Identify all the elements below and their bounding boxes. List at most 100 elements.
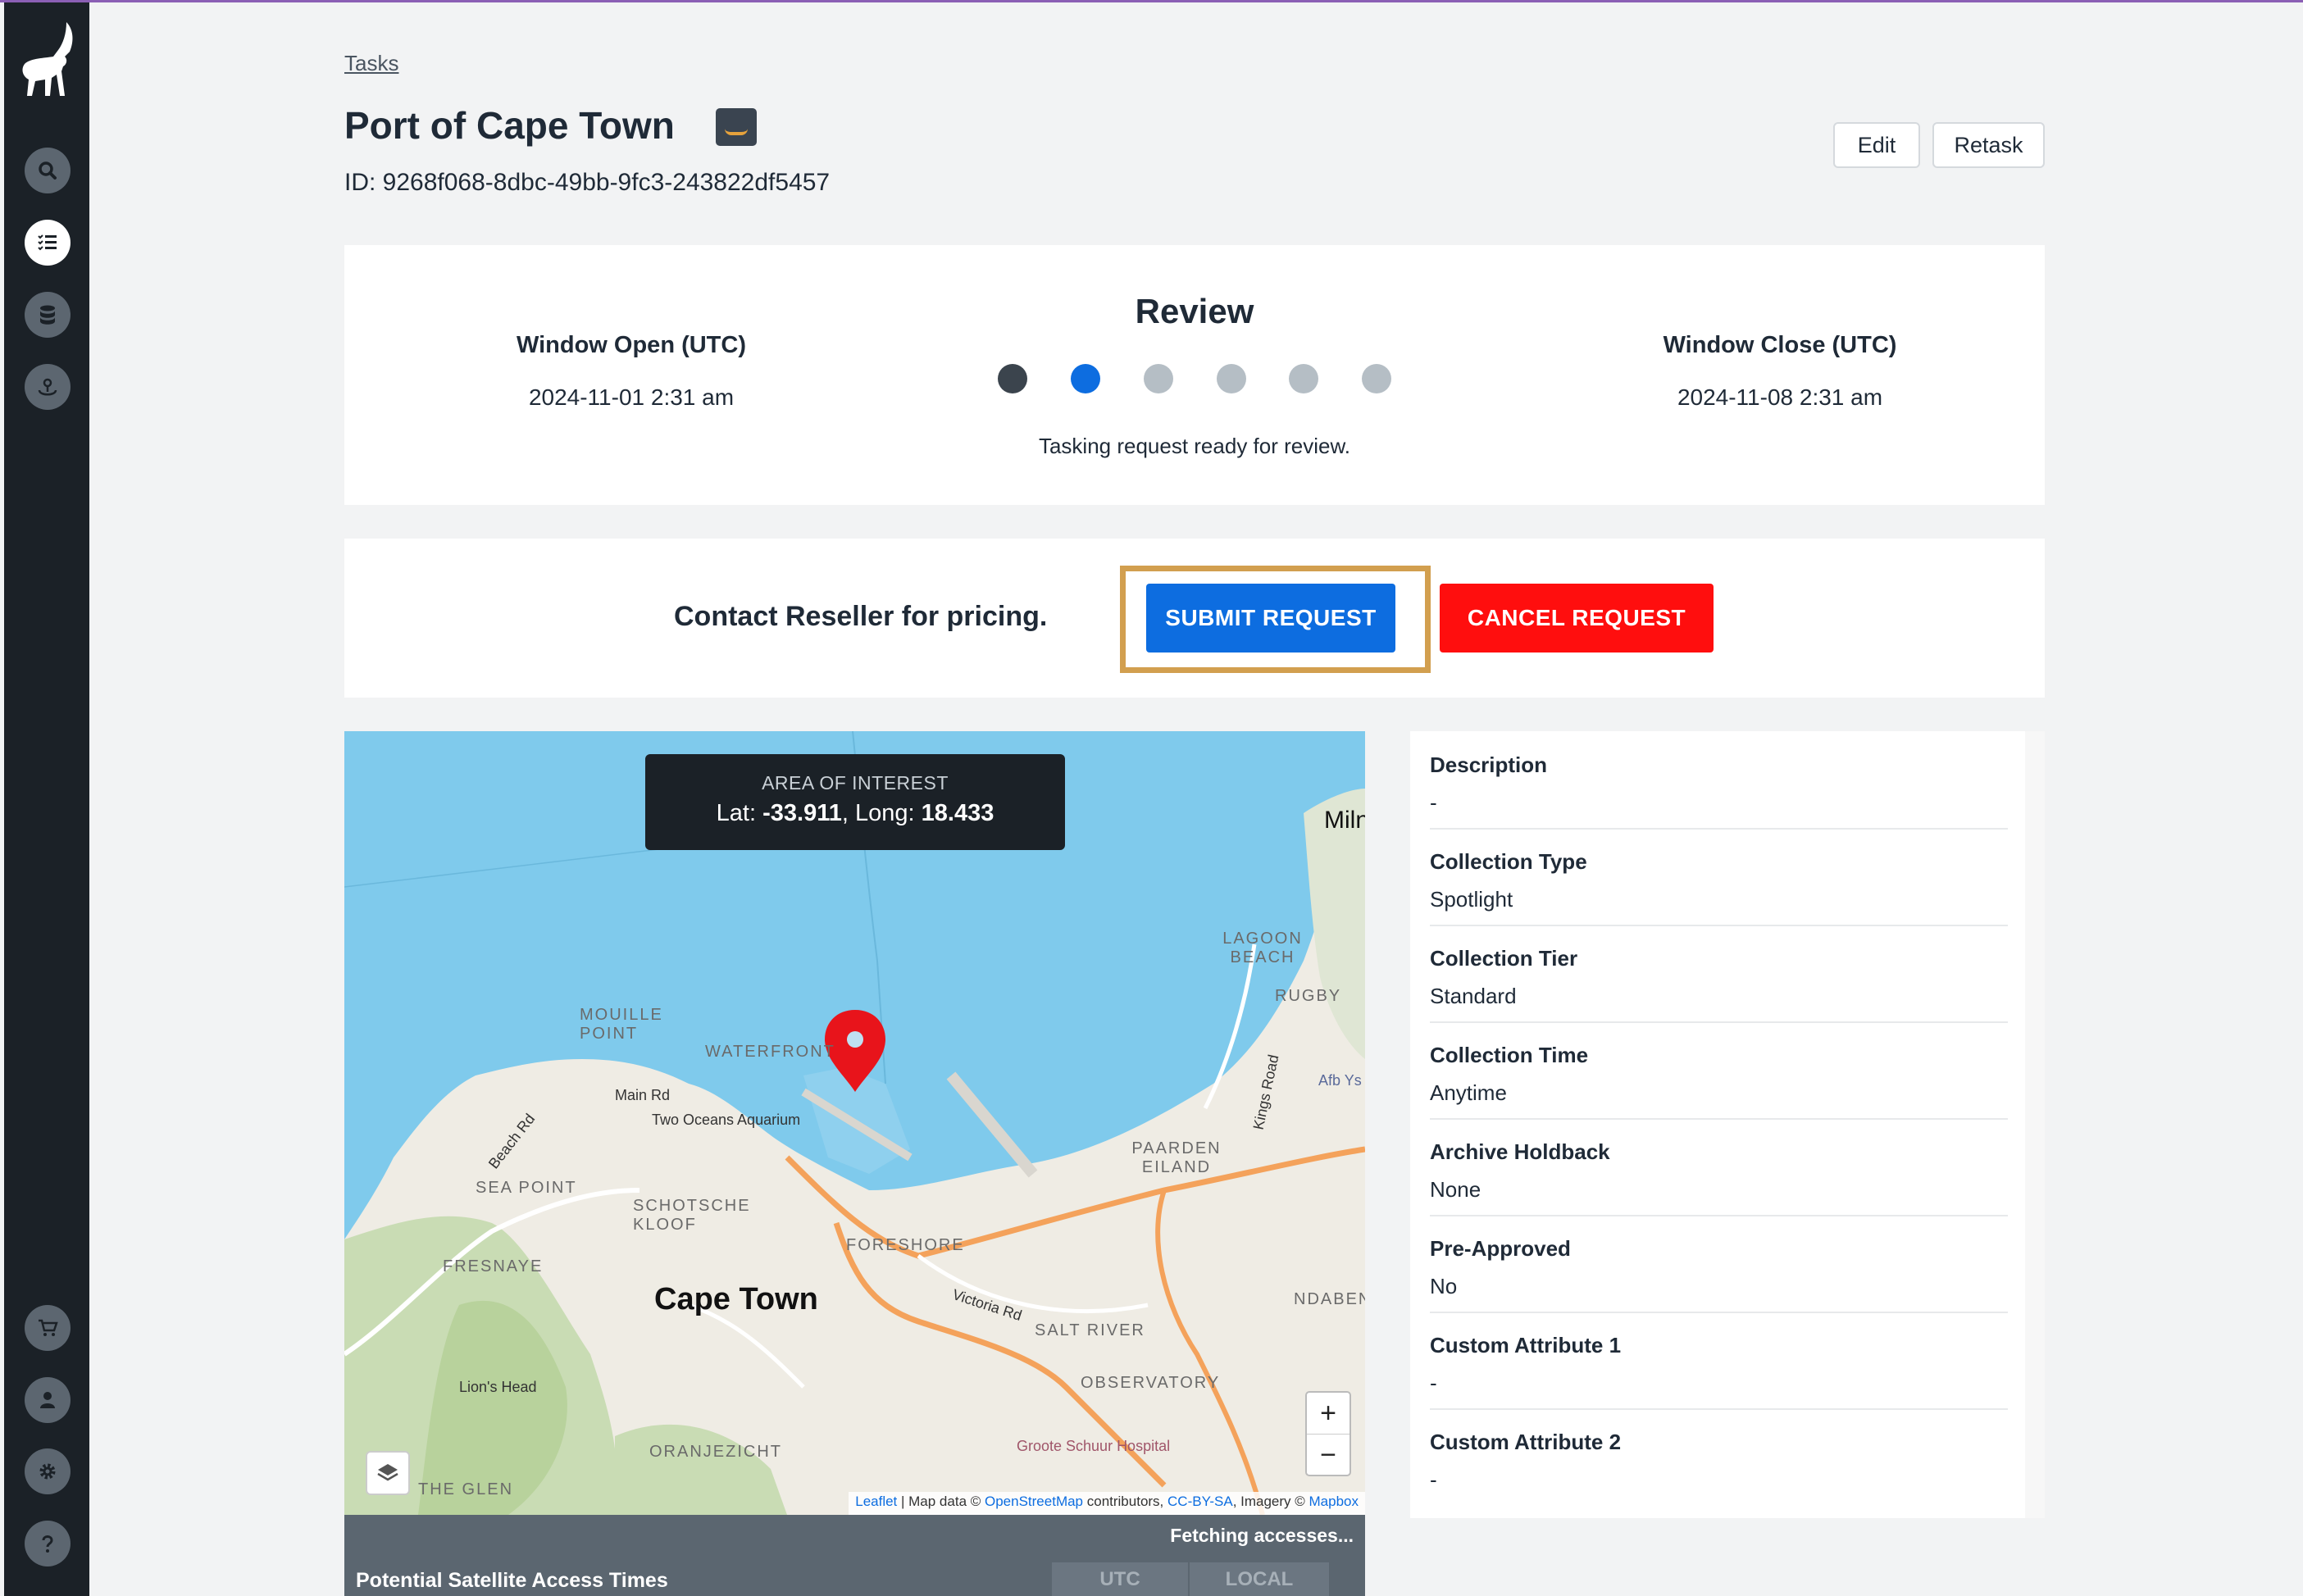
map-label-mouille-point: MOUILLE POINT: [580, 1006, 663, 1043]
search-icon: [39, 161, 57, 180]
aoi-title: AREA OF INTEREST: [762, 772, 949, 793]
map-attribution: Leaflet | Map data © OpenStreetMap contr…: [849, 1492, 1365, 1515]
map-label-fresnaye: FRESNAYE: [443, 1257, 544, 1275]
step-caption: Tasking request ready for review.: [1038, 434, 1351, 458]
step-dot-1: [998, 364, 1027, 393]
detail-row: Custom Attribute 2 -: [1430, 1408, 2008, 1505]
retask-button[interactable]: Retask: [1932, 122, 2045, 168]
nav-search[interactable]: [25, 148, 71, 193]
progress-stepper: [998, 364, 1408, 393]
osm-link[interactable]: OpenStreetMap: [985, 1494, 1083, 1509]
attribution-text-3: , Imagery ©: [1232, 1494, 1309, 1509]
detail-key: Archive Holdback: [1430, 1139, 1610, 1164]
map-label-salt-river: SALT RIVER: [1035, 1321, 1145, 1339]
map-label-paarden-eiland: PAARDEN EILAND: [1131, 1139, 1222, 1176]
long-label: Long:: [854, 800, 915, 826]
user-icon: [40, 1392, 55, 1408]
map-label-observatory: OBSERVATORY: [1081, 1374, 1221, 1392]
detail-value: -: [1430, 790, 1437, 815]
detail-key: Collection Tier: [1430, 946, 1578, 971]
area-of-interest-tooltip: AREA OF INTEREST Lat: -33.911, Long: 18.…: [645, 754, 1065, 850]
nav-tasks[interactable]: [25, 220, 71, 266]
gear-icon: [39, 1463, 56, 1480]
detail-value: None: [1430, 1177, 1481, 1202]
detail-key: Custom Attribute 1: [1430, 1333, 1622, 1357]
status-card: Window Open (UTC) 2024-11-01 2:31 am Rev…: [344, 245, 2045, 505]
attribution-text-1: | Map data ©: [897, 1494, 985, 1509]
detail-row: Description -: [1430, 731, 2008, 830]
edit-button[interactable]: Edit: [1833, 122, 1920, 168]
local-toggle[interactable]: LOCAL: [1190, 1562, 1329, 1596]
detail-key: Pre-Approved: [1430, 1236, 1571, 1261]
layers-icon: [377, 1464, 398, 1481]
lat-label: Lat:: [716, 800, 757, 826]
help-icon: [42, 1535, 53, 1553]
detail-row: Custom Attribute 1 -: [1430, 1312, 2008, 1410]
map-label-afb: Afb Ys: [1318, 1072, 1362, 1089]
map-label-schotsche-kloof: SCHOTSCHE KLOOF: [633, 1197, 751, 1234]
access-times-title: Potential Satellite Access Times: [356, 1569, 668, 1592]
step-dot-4: [1217, 364, 1246, 393]
cancel-request-button[interactable]: CANCEL REQUEST: [1440, 584, 1714, 652]
map-label-oranjezicht: ORANJEZICHT: [649, 1443, 782, 1461]
attribution-text-2: contributors,: [1083, 1494, 1168, 1509]
task-details-panel: Description - Collection Type Spotlight …: [1410, 731, 2025, 1518]
map-label-ndabeni: NDABEN: [1294, 1290, 1365, 1308]
nav-satellite[interactable]: [25, 364, 71, 410]
detail-value: -: [1430, 1371, 1437, 1395]
zoom-control: + −: [1305, 1391, 1351, 1476]
goat-logo-icon[interactable]: [16, 20, 80, 109]
map-label-two-oceans: Two Oceans Aquarium: [652, 1112, 801, 1128]
task-id: ID: 9268f068-8dbc-49bb-9fc3-243822df5457: [344, 169, 831, 196]
detail-key: Custom Attribute 2: [1430, 1430, 1622, 1454]
license-link[interactable]: CC-BY-SA: [1167, 1494, 1233, 1509]
detail-key: Collection Type: [1430, 849, 1587, 874]
nav-help[interactable]: [25, 1521, 71, 1566]
map-view[interactable]: AREA OF INTEREST Lat: -33.911, Long: 18.…: [344, 731, 1365, 1515]
zoom-out-button[interactable]: −: [1307, 1434, 1349, 1476]
map-label-foreshore: FORESHORE: [846, 1236, 965, 1254]
mapbox-link[interactable]: Mapbox: [1309, 1494, 1359, 1509]
detail-row: Archive Holdback None: [1430, 1118, 2008, 1216]
map-label-rugby: RUGBY: [1275, 987, 1342, 1005]
detail-row: Pre-Approved No: [1430, 1215, 2008, 1313]
map-label-sea-point: SEA POINT: [476, 1179, 577, 1197]
detail-row: Collection Time Anytime: [1430, 1021, 2008, 1120]
nav-cart[interactable]: [25, 1305, 71, 1351]
access-times-bar: Fetching accesses... Potential Satellite…: [344, 1515, 1365, 1596]
map-label-lagoon-beach: LAGOON BEACH: [1222, 930, 1303, 966]
window-open-label: Window Open (UTC): [516, 332, 747, 358]
window-open-value: 2024-11-01 2:31 am: [528, 384, 735, 410]
map-label-main-rd: Main Rd: [615, 1087, 671, 1103]
nav-settings[interactable]: [25, 1448, 71, 1494]
detail-value: Spotlight: [1430, 887, 1513, 912]
zoom-in-button[interactable]: +: [1307, 1393, 1349, 1434]
step-dot-2: [1071, 364, 1100, 393]
submit-request-button[interactable]: SUBMIT REQUEST: [1146, 584, 1395, 652]
details-scrollbar[interactable]: [2025, 731, 2045, 1518]
leaflet-link[interactable]: Leaflet: [855, 1494, 897, 1509]
map-label-the-glen: THE GLEN: [418, 1480, 514, 1498]
sidebar: [4, 2, 89, 1596]
detail-key: Description: [1430, 753, 1548, 777]
step-dot-5: [1289, 364, 1318, 393]
map-label-groote-schuur: Groote Schuur Hospital: [1017, 1438, 1171, 1454]
nav-data[interactable]: [25, 292, 71, 338]
cart-icon: [39, 1319, 58, 1336]
map-label-lions-head: Lion's Head: [459, 1379, 537, 1395]
page-title: Port of Cape Town: [344, 104, 675, 147]
layers-button[interactable]: [366, 1451, 410, 1495]
breadcrumb-tasks-link[interactable]: Tasks: [344, 51, 398, 76]
nav-profile[interactable]: [25, 1377, 71, 1423]
window-close-label: Window Close (UTC): [1663, 332, 1897, 358]
utc-toggle[interactable]: UTC: [1052, 1562, 1188, 1596]
fetching-status: Fetching accesses...: [1170, 1525, 1354, 1546]
map-label-waterfront: WATERFRONT: [705, 1043, 835, 1061]
window-close-value: 2024-11-08 2:31 am: [1677, 384, 1883, 410]
map-label-city: Cape Town: [654, 1282, 818, 1316]
detail-value: Standard: [1430, 984, 1517, 1008]
step-dot-6: [1362, 364, 1391, 393]
top-accent-line: [0, 0, 2303, 2]
detail-row: Collection Tier Standard: [1430, 925, 2008, 1023]
database-icon: [40, 305, 55, 325]
